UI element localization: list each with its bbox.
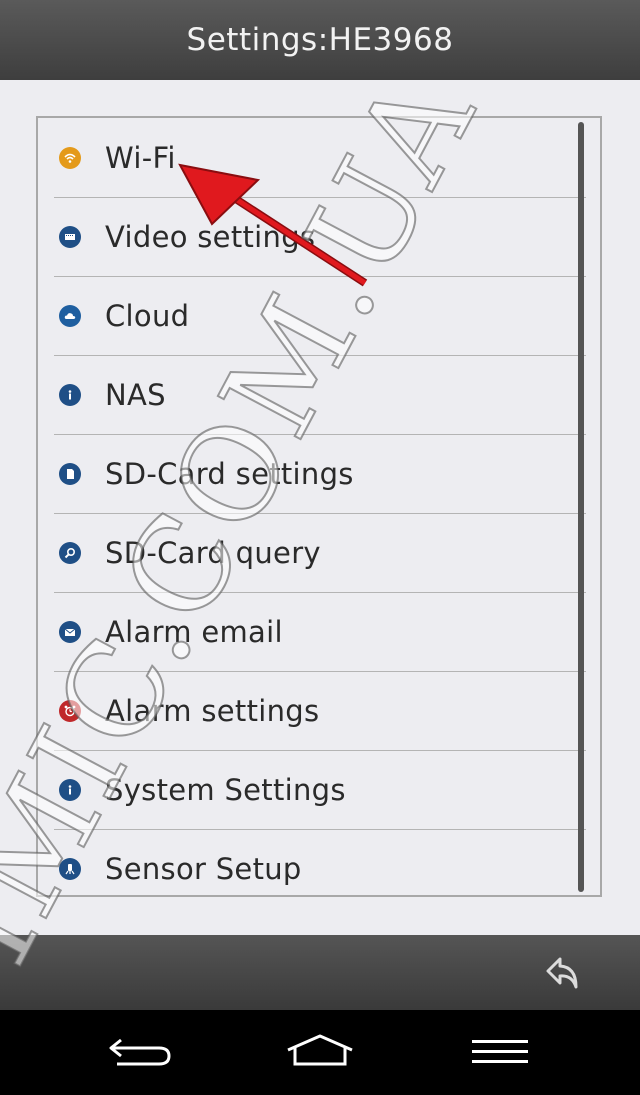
wifi-icon	[59, 146, 81, 169]
alarm-clock-icon	[59, 699, 81, 722]
menu-item-system-settings[interactable]: System Settings	[54, 750, 586, 830]
menu-item-label: Alarm email	[105, 614, 283, 649]
menu-item-label: Wi-Fi	[105, 140, 176, 175]
menu-item-video-settings[interactable]: Video settings	[54, 197, 586, 277]
menu-item-label: System Settings	[105, 772, 346, 807]
menu-item-label: Cloud	[105, 298, 190, 333]
page-title: Settings:HE3968	[186, 22, 454, 58]
scrollbar[interactable]	[578, 122, 584, 892]
sd-card-icon	[59, 462, 81, 485]
menu-icon[interactable]	[460, 1026, 540, 1078]
menu-item-label: SD-Card query	[105, 535, 321, 570]
content-area: Wi-Fi Video settings Cloud NAS SD-Card s	[0, 80, 640, 935]
menu-item-sd-card-query[interactable]: SD-Card query	[54, 513, 586, 593]
menu-item-cloud[interactable]: Cloud	[54, 276, 586, 356]
home-icon[interactable]	[280, 1026, 360, 1078]
info-icon	[59, 778, 81, 801]
menu-item-alarm-settings[interactable]: Alarm settings	[54, 671, 586, 751]
mail-icon	[59, 620, 81, 643]
video-icon	[59, 225, 81, 248]
search-icon	[59, 541, 81, 564]
menu-item-nas[interactable]: NAS	[54, 355, 586, 435]
info-icon	[59, 383, 81, 406]
menu-item-label: NAS	[105, 377, 166, 412]
menu-item-alarm-email[interactable]: Alarm email	[54, 592, 586, 672]
settings-list: Wi-Fi Video settings Cloud NAS SD-Card s	[36, 116, 602, 897]
menu-item-sd-card-settings[interactable]: SD-Card settings	[54, 434, 586, 514]
menu-item-label: Alarm settings	[105, 693, 320, 728]
menu-item-label: Sensor Setup	[105, 851, 302, 886]
menu-item-label: Video settings	[105, 219, 316, 254]
title-bar: Settings:HE3968	[0, 0, 640, 80]
system-nav-bar	[0, 1010, 640, 1095]
menu-item-wifi[interactable]: Wi-Fi	[54, 118, 586, 198]
menu-item-label: SD-Card settings	[105, 456, 354, 491]
bottom-toolbar	[0, 935, 640, 1010]
menu-item-sensor-setup[interactable]: Sensor Setup	[54, 829, 586, 908]
cloud-icon	[59, 304, 81, 327]
undo-arrow-icon[interactable]	[540, 949, 588, 997]
back-icon[interactable]	[100, 1026, 180, 1078]
sensor-icon	[59, 857, 81, 880]
